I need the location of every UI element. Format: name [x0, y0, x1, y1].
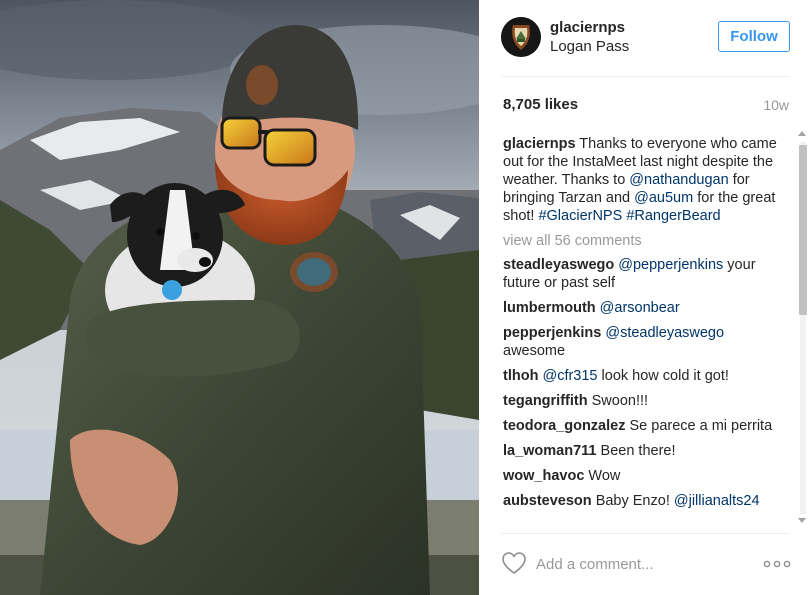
add-comment-input[interactable]: [536, 553, 746, 575]
heart-outline-icon[interactable]: [501, 551, 527, 575]
comment-text: Swoon!!!: [591, 393, 649, 409]
comment-item: lumbermouth @arsonbear: [503, 299, 788, 317]
caption-mention[interactable]: @au5um: [634, 190, 693, 206]
comment-text: awesome: [503, 343, 566, 359]
comment-text: look how cold it got!: [597, 368, 729, 384]
comment-mention[interactable]: @cfr315: [542, 368, 597, 384]
comment-mention[interactable]: @jillianalts24: [674, 493, 760, 509]
post-photo[interactable]: [0, 0, 479, 595]
comments-scrollbar[interactable]: [797, 128, 808, 528]
comment-item: teodora_gonzalez Se parece a mi perrita: [503, 417, 788, 435]
nps-arrowhead-logo: [501, 17, 541, 57]
comment-text: Wow: [588, 468, 621, 484]
divider: [501, 76, 790, 77]
follow-button[interactable]: Follow: [718, 21, 790, 52]
instagram-post: glaciernps Logan Pass Follow 8,705 likes…: [0, 0, 809, 595]
comment-text: Se parece a mi perrita: [629, 418, 773, 434]
comment-username[interactable]: pepperjenkins: [503, 325, 601, 341]
comment-text: Been there!: [600, 443, 676, 459]
comment-item: wow_havoc Wow: [503, 467, 788, 485]
comment-mention[interactable]: @steadleyaswego: [605, 325, 724, 341]
likes-count[interactable]: 8,705 likes: [503, 96, 578, 113]
caption-username[interactable]: glaciernps: [503, 136, 576, 152]
comment-username[interactable]: teodora_gonzalez: [503, 418, 625, 434]
post-header: glaciernps Logan Pass Follow: [479, 0, 809, 76]
more-options-icon[interactable]: [763, 559, 791, 569]
comments-list[interactable]: glaciernps Thanks to everyone who came o…: [503, 135, 788, 529]
comment-username[interactable]: tlhoh: [503, 368, 538, 384]
scroll-thumb[interactable]: [799, 145, 807, 315]
post-username[interactable]: glaciernps: [550, 19, 625, 36]
comment-item: aubsteveson Baby Enzo! @jillianalts24: [503, 492, 788, 510]
ranger-with-puppy-photo: [0, 0, 479, 595]
comment-text: Baby Enzo!: [595, 493, 674, 509]
comment-username[interactable]: wow_havoc: [503, 468, 584, 484]
scroll-up-icon[interactable]: [798, 131, 806, 136]
caption-mention[interactable]: @nathandugan: [629, 172, 728, 188]
post-time[interactable]: 10w: [763, 97, 789, 113]
comment-username[interactable]: tegangriffith: [503, 393, 588, 409]
comment-item: tegangriffith Swoon!!!: [503, 392, 788, 410]
post-details-panel: glaciernps Logan Pass Follow 8,705 likes…: [479, 0, 809, 595]
post-caption: glaciernps Thanks to everyone who came o…: [503, 135, 788, 225]
comment-username[interactable]: lumbermouth: [503, 300, 596, 316]
scroll-down-icon[interactable]: [798, 518, 806, 523]
comment-mention[interactable]: @arsonbear: [600, 300, 680, 316]
comment-item: steadleyaswego @pepperjenkins your futur…: [503, 256, 788, 292]
post-location[interactable]: Logan Pass: [550, 38, 629, 55]
comment-username[interactable]: la_woman711: [503, 443, 597, 459]
view-all-comments-link[interactable]: view all 56 comments: [503, 232, 788, 250]
comment-item: tlhoh @cfr315 look how cold it got!: [503, 367, 788, 385]
comment-item: la_woman711 Been there!: [503, 442, 788, 460]
caption-hashtag[interactable]: #GlacierNPS: [538, 208, 622, 224]
comment-username[interactable]: aubsteveson: [503, 493, 592, 509]
comment-mention[interactable]: @pepperjenkins: [618, 257, 723, 273]
comment-item: pepperjenkins @steadleyaswego awesome: [503, 324, 788, 360]
divider: [501, 533, 790, 534]
caption-hashtag[interactable]: #RangerBeard: [626, 208, 720, 224]
avatar[interactable]: [501, 17, 541, 57]
comment-username[interactable]: steadleyaswego: [503, 257, 614, 273]
